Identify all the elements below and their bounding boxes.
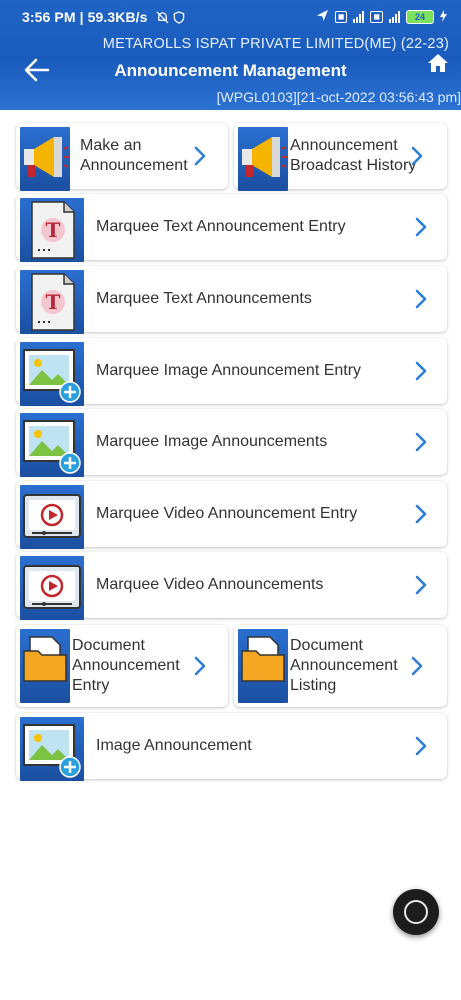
- image-add-icon: [20, 413, 84, 477]
- company-name: METAROLLS ISPAT PRIVATE LIMITED(ME) (22-…: [102, 36, 449, 52]
- menu-document-entry[interactable]: Document Announcement Entry: [16, 625, 228, 707]
- menu-broadcast-history[interactable]: Announcement Broadcast History: [234, 123, 447, 191]
- battery-icon: 24: [406, 10, 434, 24]
- menu-label: Marquee Image Announcement Entry: [96, 362, 362, 379]
- page-title: Announcement Management: [114, 61, 347, 80]
- menu-label: Marquee Image Announcements: [96, 433, 328, 450]
- menu-label: Make an Announcement: [80, 137, 188, 174]
- text-document-icon: [20, 270, 84, 334]
- chevron-right-icon: [415, 289, 427, 309]
- video-player-icon: [20, 485, 84, 549]
- menu-label: Announcement Broadcast History: [290, 137, 417, 174]
- menu-label: Marquee Text Announcement Entry: [96, 218, 346, 235]
- chevron-right-icon: [415, 736, 427, 756]
- charging-icon: [440, 9, 447, 25]
- menu-label: Document Announcement Listing: [290, 637, 398, 694]
- status-time-speed: 3:56 PM | 59.3KB/s: [22, 9, 185, 25]
- menu-image-announcement[interactable]: Image Announcement: [16, 713, 447, 781]
- signal-icon: [353, 11, 365, 23]
- menu-marquee-image-entry[interactable]: Marquee Image Announcement Entry: [16, 338, 447, 406]
- menu-label: Marquee Text Announcements: [96, 290, 312, 307]
- text-document-icon: [20, 198, 84, 262]
- folder-document-icon: [20, 629, 70, 703]
- location-icon: [316, 9, 329, 25]
- menu-label: Document Announcement Entry: [72, 637, 180, 694]
- menu-make-announcement[interactable]: Make an Announcement: [16, 123, 228, 191]
- menu-marquee-video-list[interactable]: Marquee Video Announcements: [16, 552, 447, 620]
- bell-off-icon: [156, 9, 173, 25]
- chevron-right-icon: [415, 575, 427, 595]
- shield-icon: [173, 9, 185, 25]
- chevron-right-icon: [194, 656, 206, 676]
- session-info: [WPGL0103][21-oct-2022 03:56:43 pm]: [216, 89, 461, 105]
- chevron-right-icon: [194, 146, 206, 166]
- floating-assistive-button[interactable]: [393, 889, 439, 935]
- menu-label: Image Announcement: [96, 737, 252, 754]
- menu-label: Marquee Video Announcements: [96, 576, 324, 593]
- image-add-icon: [20, 717, 84, 781]
- volte-icon: ◼: [334, 11, 348, 23]
- chevron-right-icon: [415, 432, 427, 452]
- menu-document-listing[interactable]: Document Announcement Listing: [234, 625, 447, 707]
- home-icon[interactable]: [427, 52, 451, 76]
- menu-marquee-image-list[interactable]: Marquee Image Announcements: [16, 409, 447, 477]
- megaphone-icon: [20, 127, 70, 191]
- image-add-icon: [20, 342, 84, 406]
- menu-label: Marquee Video Announcement Entry: [96, 505, 358, 522]
- volte-icon-2: ◼: [370, 11, 383, 23]
- megaphone-icon: [238, 127, 288, 191]
- chevron-right-icon: [415, 361, 427, 381]
- folder-document-icon: [238, 629, 288, 703]
- video-player-icon: [20, 556, 84, 620]
- chevron-right-icon: [415, 217, 427, 237]
- signal-icon-2: [389, 11, 400, 23]
- app-header: 3:56 PM | 59.3KB/s ◼ ◼ 24 METAROLLS ISPA…: [0, 0, 461, 110]
- status-time: 3:56 PM | 59.3KB/s: [22, 9, 148, 25]
- chevron-right-icon: [415, 504, 427, 524]
- status-icons: ◼ ◼ 24: [316, 9, 447, 25]
- status-bar: 3:56 PM | 59.3KB/s ◼ ◼ 24: [0, 0, 461, 38]
- chevron-right-icon: [411, 146, 423, 166]
- menu-marquee-text-list[interactable]: Marquee Text Announcements: [16, 266, 447, 334]
- menu-marquee-video-entry[interactable]: Marquee Video Announcement Entry: [16, 481, 447, 549]
- menu-marquee-text-entry[interactable]: Marquee Text Announcement Entry: [16, 194, 447, 262]
- chevron-right-icon: [411, 656, 423, 676]
